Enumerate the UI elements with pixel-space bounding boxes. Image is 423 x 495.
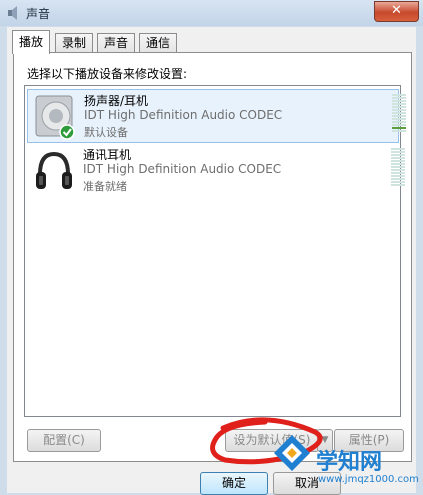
- title-bar[interactable]: 声音 ✕: [0, 0, 423, 26]
- playback-panel: 选择以下播放设备来修改设置: 扬声器/耳机 IDT High Definitio…: [13, 52, 412, 462]
- level-meter: [391, 148, 405, 188]
- device-item-speakers[interactable]: 扬声器/耳机 IDT High Definition Audio CODEC 默…: [27, 89, 406, 143]
- watermark-logo-icon: [274, 435, 310, 471]
- tab-sounds[interactable]: 声音: [97, 33, 136, 53]
- level-meter: [392, 94, 406, 134]
- device-name: 扬声器/耳机: [84, 94, 149, 108]
- close-button[interactable]: ✕: [374, 1, 419, 22]
- device-status: 准备就绪: [83, 180, 127, 193]
- watermark-name: 学知网: [316, 449, 383, 475]
- device-driver: IDT High Definition Audio CODEC: [83, 162, 282, 176]
- window-title: 声音: [26, 7, 51, 21]
- watermark-url: www.jmqz1000.com: [318, 474, 419, 485]
- speaker-app-icon: [8, 6, 17, 20]
- tab-playback[interactable]: 播放: [12, 30, 51, 54]
- ok-button[interactable]: 确定: [200, 472, 268, 495]
- device-driver: IDT High Definition Audio CODEC: [84, 108, 283, 122]
- device-status: 默认设备: [84, 126, 128, 139]
- tab-communications[interactable]: 通信: [139, 33, 178, 53]
- default-check-icon: [59, 124, 75, 140]
- tab-recording[interactable]: 录制: [55, 33, 94, 53]
- speaker-icon: [35, 95, 75, 140]
- configure-button[interactable]: 配置(C): [27, 429, 101, 452]
- device-item-headset[interactable]: 通讯耳机 IDT High Definition Audio CODEC 准备就…: [27, 144, 405, 196]
- headphones-icon: [36, 151, 72, 189]
- instruction-text: 选择以下播放设备来修改设置:: [27, 67, 188, 81]
- device-list[interactable]: 扬声器/耳机 IDT High Definition Audio CODEC 默…: [24, 85, 406, 417]
- device-name: 通讯耳机: [83, 148, 132, 162]
